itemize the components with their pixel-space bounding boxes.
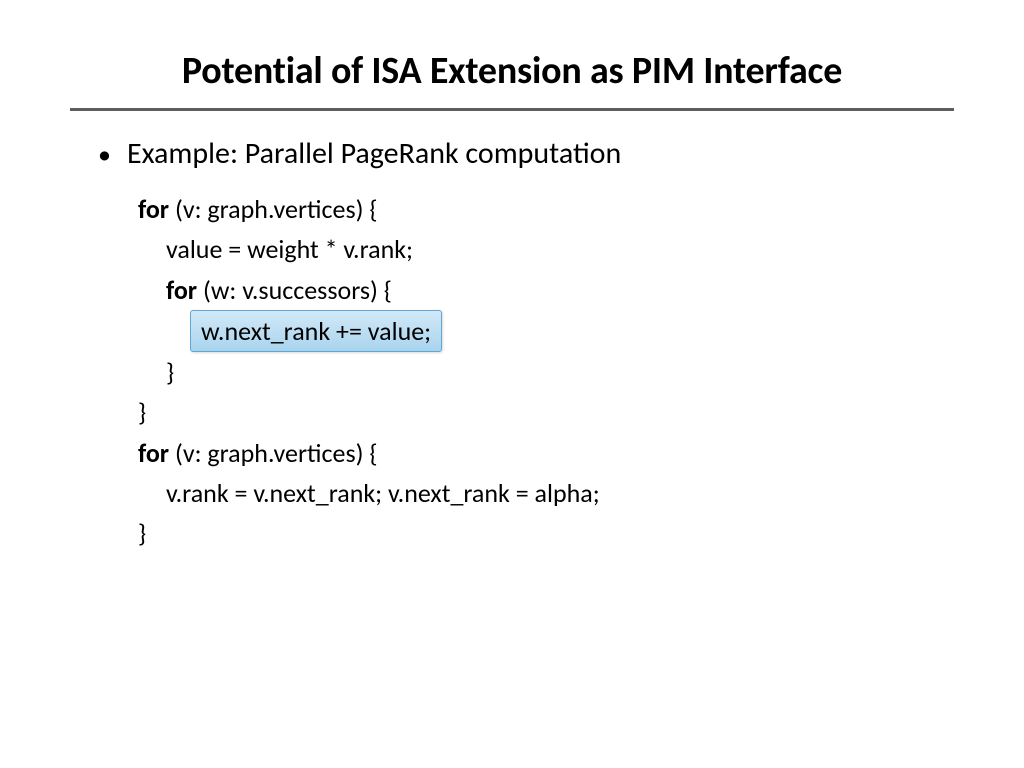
code-line-3: for (w: v.successors) { bbox=[138, 270, 954, 310]
bullet-icon: • bbox=[98, 137, 111, 171]
slide-title: Potential of ISA Extension as PIM Interf… bbox=[70, 48, 954, 94]
keyword-for: for bbox=[138, 437, 169, 469]
bullet-item: • Example: Parallel PageRank computation bbox=[98, 137, 954, 171]
code-line-8: v.rank = v.next_rank; v.next_rank = alph… bbox=[138, 473, 954, 513]
keyword-for: for bbox=[138, 193, 169, 225]
code-text: (v: graph.vertices) { bbox=[169, 193, 377, 225]
code-text: (v: graph.vertices) { bbox=[169, 437, 377, 469]
title-rule bbox=[70, 108, 954, 111]
code-line-4: w.next_rank += value; bbox=[138, 310, 954, 352]
code-block: for (v: graph.vertices) { value = weight… bbox=[138, 189, 954, 554]
slide-content: • Example: Parallel PageRank computation… bbox=[70, 137, 954, 554]
code-line-9: } bbox=[138, 513, 954, 553]
bullet-text: Example: Parallel PageRank computation bbox=[127, 137, 621, 171]
code-line-6: } bbox=[138, 392, 954, 432]
code-line-2: value = weight * v.rank; bbox=[138, 229, 954, 269]
slide: Potential of ISA Extension as PIM Interf… bbox=[0, 0, 1024, 768]
keyword-for: for bbox=[166, 274, 197, 306]
code-line-1: for (v: graph.vertices) { bbox=[138, 189, 954, 229]
code-line-5: } bbox=[138, 352, 954, 392]
highlight-box: w.next_rank += value; bbox=[190, 310, 442, 352]
code-line-7: for (v: graph.vertices) { bbox=[138, 433, 954, 473]
code-text: (w: v.successors) { bbox=[197, 274, 392, 306]
